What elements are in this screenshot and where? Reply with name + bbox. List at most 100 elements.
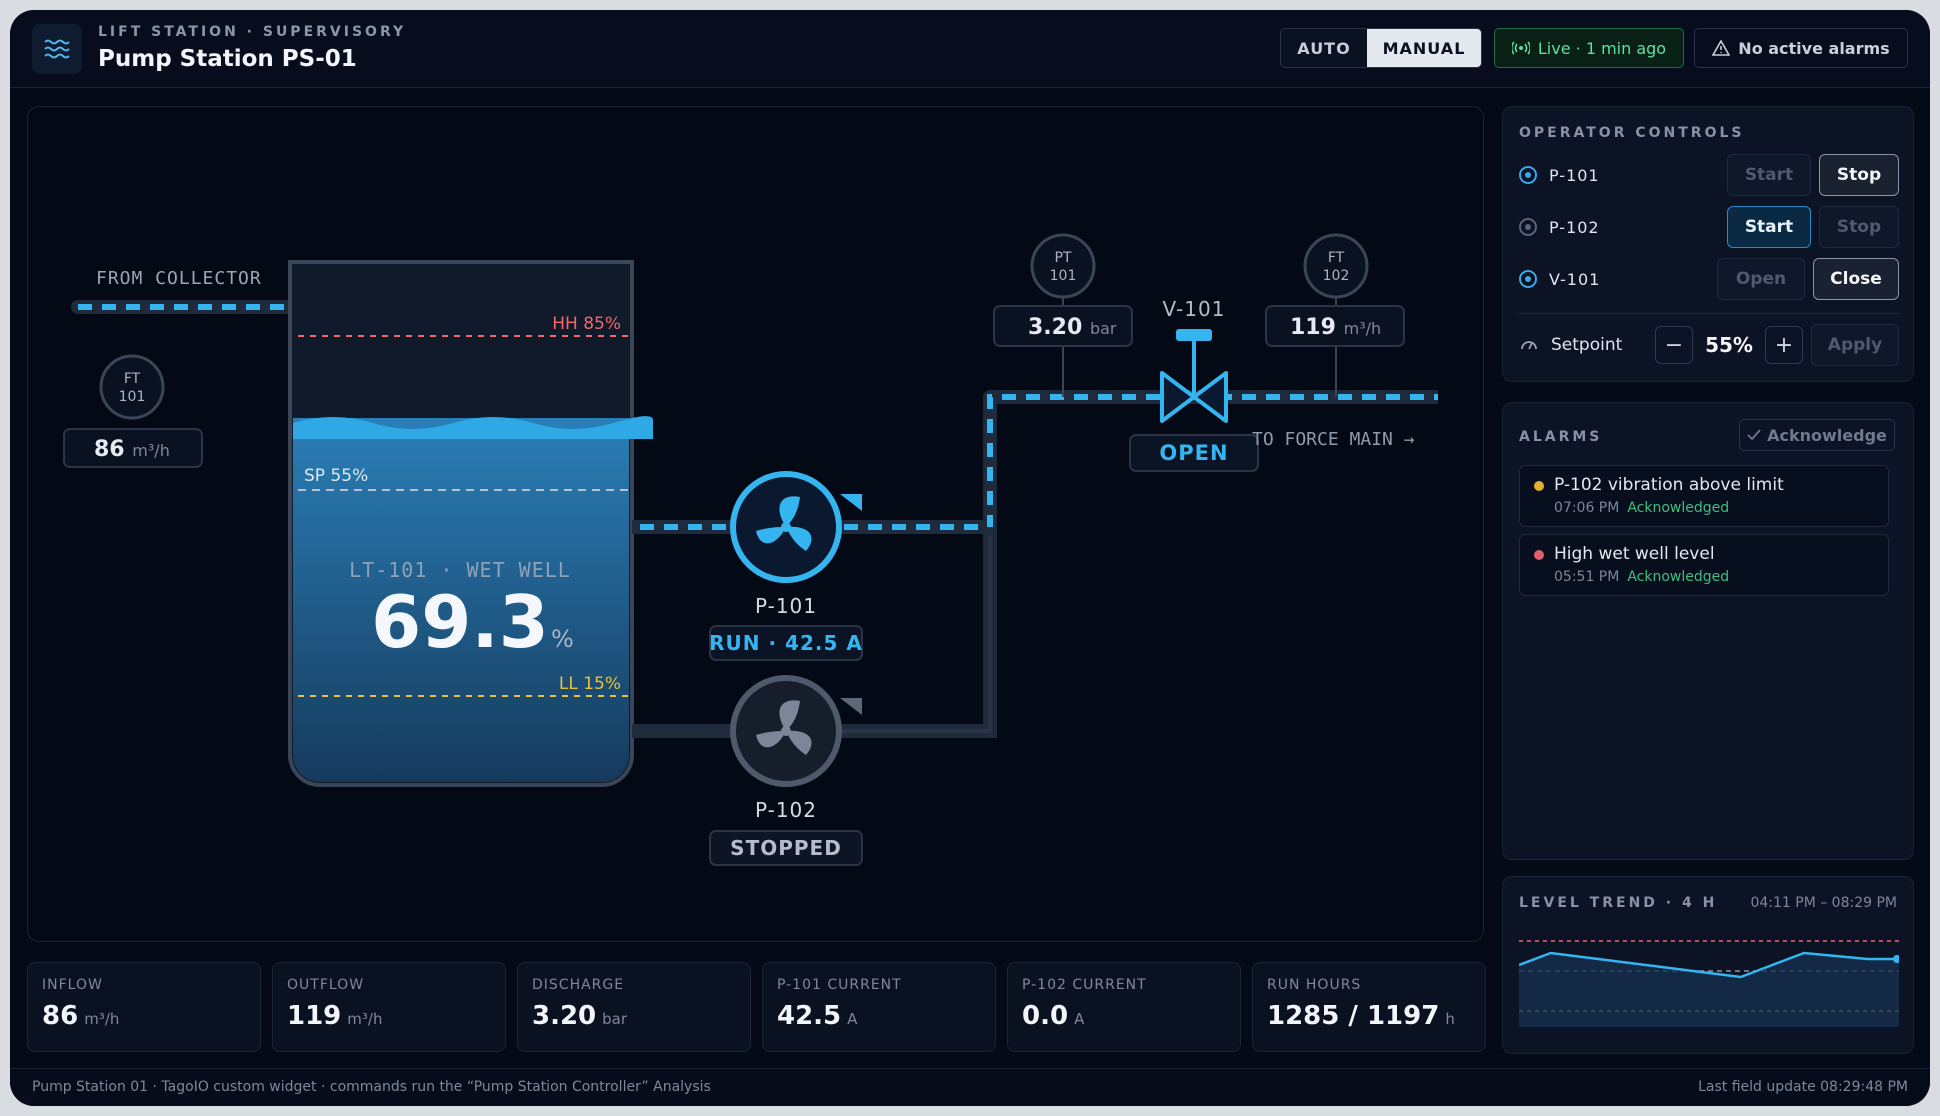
ft102-tag: FT xyxy=(1328,250,1345,266)
setpoint-decrement-button[interactable]: − xyxy=(1655,326,1693,364)
kpi-unit: A xyxy=(847,1010,858,1028)
v101-status: OPEN xyxy=(1159,441,1228,465)
acknowledge-button[interactable]: Acknowledge xyxy=(1739,419,1895,451)
mode-toggle[interactable]: AUTO MANUAL xyxy=(1280,28,1482,68)
level-trend-panel: LEVEL TREND · 4 H 04:11 PM – 08:29 PM xyxy=(1502,876,1914,1054)
kpi-label: INFLOW xyxy=(42,977,103,993)
control-row-p102: P-102 Start Stop xyxy=(1519,205,1899,249)
ft101-value: 86 xyxy=(94,437,125,462)
p102-start-button[interactable]: Start xyxy=(1727,206,1811,248)
ft102-unit: m³/h xyxy=(1344,319,1382,338)
kpi-label: OUTFLOW xyxy=(287,977,365,993)
alarms-panel: ALARMS Acknowledge P-102 vibration above… xyxy=(1502,402,1914,860)
svg-text:86 m³/h: 86 m³/h xyxy=(94,437,170,462)
p102-stop-button[interactable]: Stop xyxy=(1819,206,1899,248)
hh-label: HH 85% xyxy=(552,314,621,334)
kpi-outflow: OUTFLOW 119 m³/h xyxy=(272,962,506,1052)
running-indicator-icon xyxy=(1519,270,1537,288)
kpi-value: 1285 / 1197 xyxy=(1267,1001,1440,1031)
signal-icon xyxy=(1511,41,1530,55)
kpi-discharge: DISCHARGE 3.20 bar xyxy=(517,962,751,1052)
alarm-severity-dot xyxy=(1534,550,1544,560)
footer-description: Pump Station 01 · TagoIO custom widget ·… xyxy=(32,1079,711,1095)
top-bar: LIFT STATION · SUPERVISORY Pump Station … xyxy=(10,10,1930,88)
live-status-text: Live · 1 min ago xyxy=(1537,38,1667,58)
level-trend-range: 04:11 PM – 08:29 PM xyxy=(1750,895,1897,911)
kpi-value-wrap: 0.0 A xyxy=(1022,1001,1084,1031)
alarm-time: 05:51 PM xyxy=(1554,569,1620,585)
alarm-time: 07:06 PM xyxy=(1554,500,1620,516)
control-row-v101: V-101 Open Close xyxy=(1519,257,1899,301)
tank-name: LT-101 · WET WELL xyxy=(349,558,571,582)
mode-manual-button[interactable]: MANUAL xyxy=(1367,29,1481,67)
setpoint-value: 55% xyxy=(1705,333,1753,357)
setpoint-row: Setpoint − 55% + Apply xyxy=(1519,323,1899,367)
setpoint-apply-button[interactable]: Apply xyxy=(1811,324,1899,366)
process-diagram: FROM COLLECTOR FT 101 86 m³/h HH 85% SP … xyxy=(27,106,1484,942)
kpi-unit: m³/h xyxy=(347,1010,383,1028)
alarm-state: Acknowledged xyxy=(1627,500,1730,516)
page-title: Pump Station PS-01 xyxy=(98,46,357,72)
ft101-number: 101 xyxy=(119,389,146,405)
tank-level-unit: % xyxy=(551,625,574,653)
ll-label: LL 15% xyxy=(559,674,621,694)
control-name-p101: P-101 xyxy=(1549,165,1600,185)
svg-text:3.20 bar: 3.20 bar xyxy=(1028,315,1117,340)
v101-open-button[interactable]: Open xyxy=(1717,258,1805,300)
stopped-indicator-icon xyxy=(1519,218,1537,236)
kpi-value: 42.5 xyxy=(777,1001,842,1031)
kpi-value-wrap: 119 m³/h xyxy=(287,1001,382,1031)
p102-status: STOPPED xyxy=(730,836,842,860)
operator-controls-panel: OPERATOR CONTROLS P-101 Start Stop P-102… xyxy=(1502,106,1914,382)
svg-text:119 m³/h: 119 m³/h xyxy=(1290,315,1381,340)
p101-name: P-101 xyxy=(755,594,817,618)
to-force-main-label: TO FORCE MAIN → xyxy=(1252,429,1415,450)
operator-controls-title: OPERATOR CONTROLS xyxy=(1519,125,1745,141)
warning-icon xyxy=(1712,40,1731,56)
p102-name: P-102 xyxy=(755,798,817,822)
footer: Pump Station 01 · TagoIO custom widget ·… xyxy=(10,1068,1930,1106)
kpi-unit: A xyxy=(1074,1010,1085,1028)
app-frame: LIFT STATION · SUPERVISORY Pump Station … xyxy=(10,10,1930,1106)
pt101-unit: bar xyxy=(1090,319,1117,338)
alarm-item[interactable]: High wet well level 05:51 PM Acknowledged xyxy=(1519,534,1889,596)
kpi-value-wrap: 1285 / 1197 h xyxy=(1267,1001,1455,1031)
from-collector-label: FROM COLLECTOR xyxy=(96,268,262,289)
alarm-state: Acknowledged xyxy=(1627,569,1730,585)
pt101-number: 101 xyxy=(1050,268,1077,284)
kpi-value: 3.20 xyxy=(532,1001,597,1031)
ft101-unit: m³/h xyxy=(132,441,170,460)
kpi-value-wrap: 86 m³/h xyxy=(42,1001,119,1031)
p101-start-button[interactable]: Start xyxy=(1727,154,1811,196)
ft102-instrument: FT 102 119 m³/h xyxy=(1265,233,1405,397)
alarm-status-text: No active alarms xyxy=(1738,38,1890,58)
v101-name: V-101 xyxy=(1163,297,1226,321)
kpi-inflow: INFLOW 86 m³/h xyxy=(27,962,261,1052)
tank-level-value: 69.3 xyxy=(371,580,549,664)
trend-area xyxy=(1519,953,1899,1027)
mode-auto-button[interactable]: AUTO xyxy=(1281,29,1367,67)
level-trend-title: LEVEL TREND · 4 H xyxy=(1519,895,1718,911)
kpi-value-wrap: 42.5 A xyxy=(777,1001,857,1031)
control-row-p101: P-101 Start Stop xyxy=(1519,153,1899,197)
alarm-message: High wet well level xyxy=(1554,544,1715,564)
alarm-status-button[interactable]: No active alarms xyxy=(1694,28,1908,68)
setpoint-increment-button[interactable]: + xyxy=(1765,326,1803,364)
waves-icon xyxy=(32,24,82,74)
v101-valve[interactable]: V-101 OPEN xyxy=(1129,297,1259,472)
kpi-value-wrap: 3.20 bar xyxy=(532,1001,627,1031)
kpi-value: 0.0 xyxy=(1022,1001,1069,1031)
alarm-severity-dot xyxy=(1534,481,1544,491)
running-indicator-icon xyxy=(1519,166,1537,184)
ft102-number: 102 xyxy=(1323,268,1350,284)
p101-stop-button[interactable]: Stop xyxy=(1819,154,1899,196)
kpi-run-hours: RUN HOURS 1285 / 1197 h xyxy=(1252,962,1486,1052)
pt101-value: 3.20 xyxy=(1028,315,1082,340)
footer-last-update: Last field update 08:29:48 PM xyxy=(1698,1079,1908,1095)
setpoint-label: Setpoint xyxy=(1551,335,1623,355)
alarm-item[interactable]: P-102 vibration above limit 07:06 PM Ackn… xyxy=(1519,465,1889,527)
alarm-message: P-102 vibration above limit xyxy=(1554,475,1784,495)
pt101-instrument: PT 101 3.20 bar xyxy=(993,233,1133,397)
v101-close-button[interactable]: Close xyxy=(1813,258,1899,300)
live-status-badge: Live · 1 min ago xyxy=(1494,28,1684,68)
